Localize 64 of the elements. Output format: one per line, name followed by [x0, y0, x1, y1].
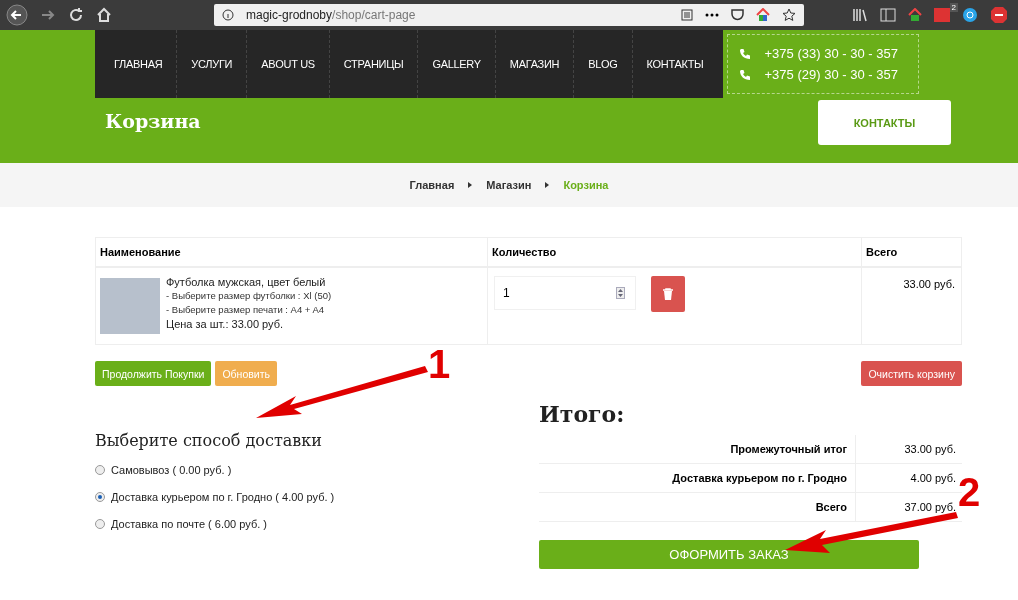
breadcrumb-link[interactable]: Главная — [409, 179, 455, 191]
adblock-icon[interactable] — [990, 6, 1008, 24]
radio-button[interactable] — [95, 464, 105, 475]
phone-number: +375 (33) 30 - 30 - 357 — [764, 46, 898, 61]
reload-icon[interactable] — [68, 7, 84, 23]
sidebar-icon[interactable] — [880, 8, 896, 22]
breadcrumb-link[interactable]: Магазин — [486, 179, 532, 191]
annotation-number: 2 — [958, 470, 981, 514]
radio-label: Самовывоз ( 0.00 руб. ) — [111, 463, 232, 476]
address-bar[interactable]: magic-grodnoby/shop/cart-page — [214, 4, 804, 26]
quantity-field[interactable]: 1 — [494, 276, 636, 310]
totals-label: Промежуточный итог — [539, 435, 856, 463]
totals-value: 33.00 руб. — [903, 443, 957, 455]
url-text: magic-grodnoby/shop/cart-page — [246, 8, 416, 22]
totals-label: Доставка курьером по г. Гродно — [539, 464, 856, 492]
nav-link[interactable]: УСЛУГИ — [176, 30, 247, 98]
extension-icon[interactable] — [908, 8, 922, 22]
product-option: - Выберите размер печати : A4 + A4 — [166, 304, 332, 315]
delete-button[interactable] — [651, 276, 685, 312]
notification-badge: 2 — [949, 3, 958, 12]
home-icon[interactable] — [96, 7, 112, 23]
totals-value: 37.00 руб. — [903, 501, 957, 513]
unit-price: Цена за шт.: 33.00 руб. — [166, 318, 285, 330]
house-icon[interactable] — [756, 8, 770, 22]
radio-button[interactable] — [95, 491, 105, 502]
phone-number: +375 (29) 30 - 30 - 357 — [764, 67, 898, 82]
column-header: Наименование — [96, 238, 488, 266]
row-total: 33.00 руб. — [902, 277, 956, 292]
nav-link[interactable]: МАГАЗИН — [494, 30, 574, 98]
column-header: Количество — [488, 238, 862, 266]
nav-link[interactable]: ГЛАВНАЯ — [100, 30, 177, 98]
nav-link[interactable]: ABOUT US — [246, 30, 329, 98]
more-icon[interactable] — [705, 13, 719, 17]
clear-cart-button[interactable]: Очистить корзину — [861, 361, 962, 386]
pocket-icon[interactable] — [731, 9, 744, 21]
product-option: - Выберите размер футболки : Xl (50) — [166, 290, 332, 301]
product-name[interactable]: Футболка мужская, цвет белый — [166, 276, 332, 288]
nav-link[interactable]: СТРАНИЦЫ — [328, 30, 418, 98]
annotation-number: 1 — [428, 342, 451, 386]
star-icon[interactable] — [782, 8, 796, 22]
caret-icon — [468, 182, 473, 188]
info-icon — [222, 9, 234, 21]
spinner-icon[interactable] — [616, 287, 625, 299]
back-icon[interactable] — [6, 4, 28, 26]
caret-icon — [545, 182, 550, 188]
phone-icon — [738, 68, 751, 81]
phone-icon — [738, 47, 751, 60]
trash-icon — [663, 288, 673, 300]
library-icon[interactable] — [852, 8, 868, 22]
nav-link[interactable]: BLOG — [573, 30, 632, 98]
nav-link[interactable]: КОНТАКТЫ — [631, 30, 718, 98]
nav-link[interactable]: GALLERY — [417, 30, 495, 98]
radio-label: Доставка по почте ( 6.00 руб. ) — [111, 517, 267, 530]
page-title: Корзина — [105, 110, 202, 132]
totals-value: 4.00 руб. — [909, 472, 957, 484]
delivery-title: Выберите способ доставки — [95, 431, 323, 450]
globe-icon[interactable] — [962, 7, 978, 23]
totals-label: Всего — [539, 493, 856, 521]
column-header: Всего — [865, 245, 899, 260]
totals-title: Итого: — [539, 401, 626, 427]
photo-placeholder — [100, 278, 160, 334]
radio-label: Доставка курьером по г. Гродно ( 4.00 руб. ) — [111, 490, 335, 503]
radio-button[interactable] — [95, 518, 105, 529]
reader-icon[interactable] — [681, 9, 693, 21]
